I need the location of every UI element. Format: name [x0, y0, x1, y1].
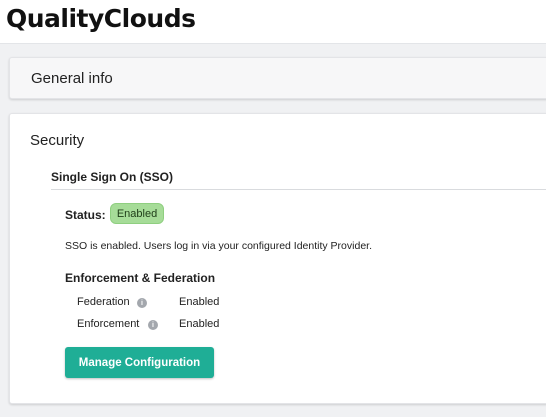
enforcement-value: Enabled	[179, 318, 220, 330]
sso-description: SSO is enabled. Users log in via your co…	[65, 240, 372, 252]
general-info-panel[interactable]: General info	[9, 57, 546, 99]
enforcement-info-icon[interactable]: i	[148, 320, 158, 330]
security-title: Security	[30, 132, 85, 149]
top-header: QualityClouds	[0, 0, 546, 44]
enforcement-label: Enforcement	[77, 318, 140, 330]
security-panel: Security Single Sign On (SSO) Status: En…	[9, 113, 546, 404]
federation-value: Enabled	[179, 296, 220, 308]
federation-label: Federation	[77, 296, 130, 308]
enforcement-federation-heading: Enforcement & Federation	[65, 271, 216, 285]
status-label: Status:	[65, 208, 106, 222]
status-badge: Enabled	[110, 203, 164, 224]
qualityclouds-logo[interactable]: QualityClouds	[6, 4, 196, 33]
sso-heading: Single Sign On (SSO)	[51, 170, 174, 184]
manage-configuration-button[interactable]: Manage Configuration	[65, 347, 214, 378]
general-info-title: General info	[31, 70, 113, 87]
sso-divider	[51, 189, 546, 190]
federation-info-icon[interactable]: i	[137, 298, 147, 308]
